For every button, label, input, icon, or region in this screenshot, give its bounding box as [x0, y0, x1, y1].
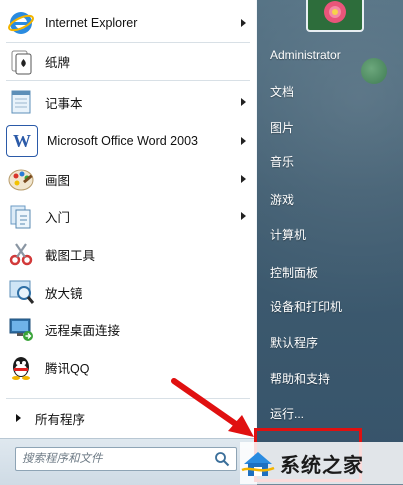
program-getting-started[interactable]: 入门	[6, 199, 254, 233]
search-field[interactable]	[15, 447, 237, 471]
divider	[6, 80, 250, 81]
submenu-arrow-icon[interactable]	[241, 175, 246, 183]
house-logo-icon	[241, 452, 275, 476]
internet-explorer-icon	[6, 8, 36, 38]
search-icon[interactable]	[212, 449, 232, 469]
program-label: 截图工具	[45, 248, 96, 263]
qq-icon	[6, 352, 36, 382]
program-label: 放大镜	[45, 286, 83, 301]
program-label: Internet Explorer	[45, 16, 138, 30]
snipping-tool-icon	[6, 239, 36, 269]
remote-desktop-icon	[6, 314, 36, 344]
submenu-arrow-icon[interactable]	[241, 212, 246, 220]
program-word-2003[interactable]: W Microsoft Office Word 2003	[6, 124, 254, 158]
run-link[interactable]: 运行...	[270, 405, 304, 422]
default-programs-link[interactable]: 默认程序	[270, 334, 318, 351]
pictures-link[interactable]: 图片	[270, 119, 294, 136]
computer-link[interactable]: 计算机	[270, 226, 306, 243]
program-label: 纸牌	[45, 55, 71, 70]
watermark-text: 系统之家	[280, 452, 364, 477]
submenu-arrow-icon[interactable]	[241, 98, 246, 106]
program-remote-desktop[interactable]: 远程桌面连接	[6, 312, 254, 346]
program-internet-explorer[interactable]: Internet Explorer	[6, 6, 254, 40]
program-label: 入门	[45, 210, 71, 225]
program-snipping-tool[interactable]: 截图工具	[6, 237, 254, 271]
submenu-arrow-icon[interactable]	[241, 19, 246, 27]
search-input[interactable]	[16, 452, 212, 466]
watermark-logo: 系统之家	[240, 442, 403, 484]
paint-icon	[6, 164, 36, 194]
programs-pane: Internet Explorer 纸牌 记事本 W Microsoft Off…	[0, 0, 258, 438]
program-label: 远程桌面连接	[45, 323, 121, 338]
start-menu: Internet Explorer 纸牌 记事本 W Microsoft Off…	[0, 0, 403, 485]
program-notepad[interactable]: 记事本	[6, 85, 254, 119]
program-label: 画图	[45, 173, 71, 188]
expand-arrow-icon	[16, 414, 21, 422]
documents-link[interactable]: 文档	[270, 83, 294, 100]
program-magnifier[interactable]: 放大镜	[6, 275, 254, 309]
user-name[interactable]: Administrator	[270, 48, 341, 62]
decorative-orb	[361, 58, 387, 84]
control-panel-link[interactable]: 控制面板	[270, 264, 318, 281]
help-support-link[interactable]: 帮助和支持	[270, 370, 330, 387]
magnifier-icon	[6, 277, 36, 307]
word-icon: W	[6, 125, 38, 157]
solitaire-icon	[6, 46, 36, 76]
program-solitaire[interactable]: 纸牌	[6, 44, 254, 78]
program-label: 记事本	[45, 96, 83, 111]
red-arrow-icon	[171, 378, 254, 437]
games-link[interactable]: 游戏	[270, 191, 294, 208]
submenu-arrow-icon[interactable]	[241, 137, 246, 145]
music-link[interactable]: 音乐	[270, 153, 294, 170]
devices-printers-link[interactable]: 设备和打印机	[270, 298, 342, 315]
all-programs-label: 所有程序	[35, 412, 86, 427]
program-label: 腾讯QQ	[45, 361, 90, 376]
user-picture[interactable]	[306, 0, 364, 32]
program-label: Microsoft Office Word 2003	[47, 134, 198, 148]
program-paint[interactable]: 画图	[6, 162, 254, 196]
getting-started-icon	[6, 201, 36, 231]
divider	[6, 42, 250, 43]
svg-text:W: W	[13, 131, 31, 151]
notepad-icon	[6, 87, 36, 117]
